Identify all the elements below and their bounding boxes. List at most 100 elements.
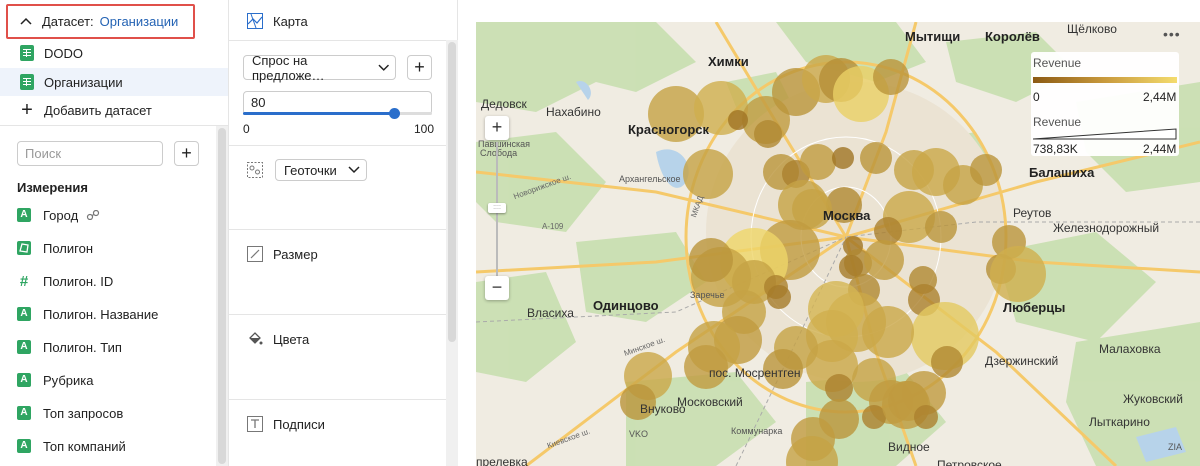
scrollbar-thumb[interactable] [448, 42, 456, 342]
legend-color-max: 2,44M [1143, 90, 1177, 104]
map-bubble[interactable] [873, 59, 909, 95]
map-place-label: Москва [823, 208, 871, 223]
polygon-field-icon [17, 241, 31, 255]
spreadsheet-icon [20, 45, 34, 61]
map-canvas[interactable]: Мытищи Королёв Щёлково Химки Дедовск Нахабино… [476, 22, 1200, 466]
map-bubble[interactable] [914, 405, 938, 429]
map-place-label: Малаховка [1099, 342, 1161, 356]
map-place-label: Щёлково [1067, 22, 1117, 36]
dataset-item-organizations[interactable]: Организации [0, 68, 228, 96]
resize-icon [247, 246, 263, 262]
map-place-label: пос. Мосрентген [709, 366, 801, 380]
map-bubble[interactable] [864, 240, 904, 280]
map-bubble[interactable] [970, 154, 1002, 186]
map-bubble[interactable] [860, 142, 892, 174]
map-place-label: Люберцы [1003, 300, 1066, 315]
geo-layer-section [247, 162, 263, 178]
dataset-current[interactable]: Организации [100, 14, 179, 29]
field-item-top-queries[interactable]: A Топ запросов [17, 403, 123, 423]
text-label-icon [247, 416, 263, 432]
dataset-item-dodo[interactable]: DODO [0, 39, 228, 67]
airport-label: ZIA [1168, 442, 1183, 452]
add-dataset-button[interactable]: + Добавить датасет [0, 96, 228, 124]
field-label: Полигон. ID [43, 273, 114, 289]
divider [229, 314, 446, 315]
map-bubble[interactable] [728, 110, 748, 130]
add-field-button[interactable]: + [174, 141, 199, 166]
labels-section[interactable]: Подписи [247, 416, 325, 432]
map-bubble[interactable] [800, 144, 836, 180]
zoom-scale-handle[interactable]: :::: [488, 203, 506, 213]
dataset-item-label: DODO [44, 45, 83, 61]
dataset-switcher[interactable]: Датасет: Организации [6, 4, 195, 39]
divider [229, 229, 446, 230]
field-item-top-companies[interactable]: A Топ компаний [17, 436, 126, 456]
field-item-rubric[interactable]: A Рубрика [17, 370, 93, 390]
size-section[interactable]: Размер [247, 246, 318, 262]
field-label: Город [43, 207, 79, 223]
chevron-up-icon [20, 17, 32, 25]
number-field-icon: # [19, 272, 29, 290]
add-measure-button[interactable]: + [407, 55, 432, 80]
scrollbar-thumb[interactable] [218, 128, 226, 464]
field-item-polygon[interactable]: Полигон [17, 238, 93, 258]
measure-select[interactable]: Спрос на предложе… [243, 52, 396, 83]
dimensions-title: Измерения [17, 180, 88, 195]
map-place-label: Одинцово [593, 298, 659, 313]
labels-label: Подписи [273, 416, 325, 432]
map-bubble[interactable] [832, 147, 854, 169]
field-item-polygon-id[interactable]: # Полигон. ID [17, 271, 113, 291]
string-field-icon: A [17, 307, 31, 321]
map-bubble[interactable] [925, 211, 957, 243]
chevron-down-icon [348, 166, 360, 174]
map-place-label: Дзержинский [985, 354, 1059, 368]
map-place-label: Внуково [640, 402, 686, 416]
slider-max-label: 100 [414, 122, 435, 136]
field-label: Полигон. Тип [43, 339, 122, 355]
visualization-type[interactable]: Карта [247, 13, 308, 29]
zoom-in-button[interactable]: + [485, 116, 509, 140]
map-bubble[interactable] [754, 120, 782, 148]
string-field-icon: A [17, 406, 31, 420]
geo-type-select[interactable]: Геоточки [275, 159, 367, 181]
spreadsheet-icon [20, 74, 34, 90]
map-place-label: Дедовск [481, 97, 527, 111]
field-label: Топ запросов [43, 405, 124, 421]
zoom-out-button[interactable]: − [485, 276, 509, 300]
field-item-city[interactable]: A Город [17, 205, 100, 225]
measure-select-value: Спрос на предложе… [252, 52, 325, 83]
field-label: Топ компаний [43, 438, 126, 454]
string-field-icon: A [17, 373, 31, 387]
field-item-polygon-name[interactable]: A Полигон. Название [17, 304, 158, 324]
map-bubble[interactable] [825, 374, 853, 402]
map-place-label: Заречье [690, 290, 725, 300]
size-label: Размер [273, 246, 318, 262]
map-bubble[interactable] [689, 238, 733, 282]
zoom-control: + :::: − [485, 116, 509, 306]
field-label: Рубрика [43, 372, 94, 388]
divider [0, 125, 228, 126]
map-place-label: Видное [888, 440, 930, 454]
map-place-label: Королёв [985, 29, 1040, 44]
divider [229, 40, 446, 41]
dataset-label: Датасет: [42, 14, 94, 29]
dataset-item-label: Организации [44, 74, 123, 90]
map-place-label: VKO [629, 429, 649, 439]
visualization-type-label: Карта [273, 13, 308, 29]
field-search-input[interactable] [17, 141, 163, 166]
string-field-icon: A [17, 439, 31, 453]
opacity-slider-handle[interactable] [389, 108, 401, 119]
dataset-panel: Датасет: Организации DODO Организации + … [0, 0, 229, 466]
colors-label: Цвета [273, 331, 310, 347]
map-bubble[interactable] [931, 346, 963, 378]
field-item-polygon-type[interactable]: A Полигон. Тип [17, 337, 122, 357]
map-place-label: Московский [677, 395, 743, 409]
map-bubble[interactable] [683, 149, 733, 199]
legend-size-max: 2,44M [1143, 142, 1177, 156]
colors-section[interactable]: Цвета [247, 331, 309, 347]
more-menu-icon[interactable]: ••• [1163, 26, 1181, 42]
map-place-label: Жуковский [1123, 392, 1183, 406]
map-bubble[interactable] [990, 246, 1046, 302]
map-place-label: Железнодорожный [1053, 221, 1160, 235]
map-bubble[interactable] [767, 285, 791, 309]
